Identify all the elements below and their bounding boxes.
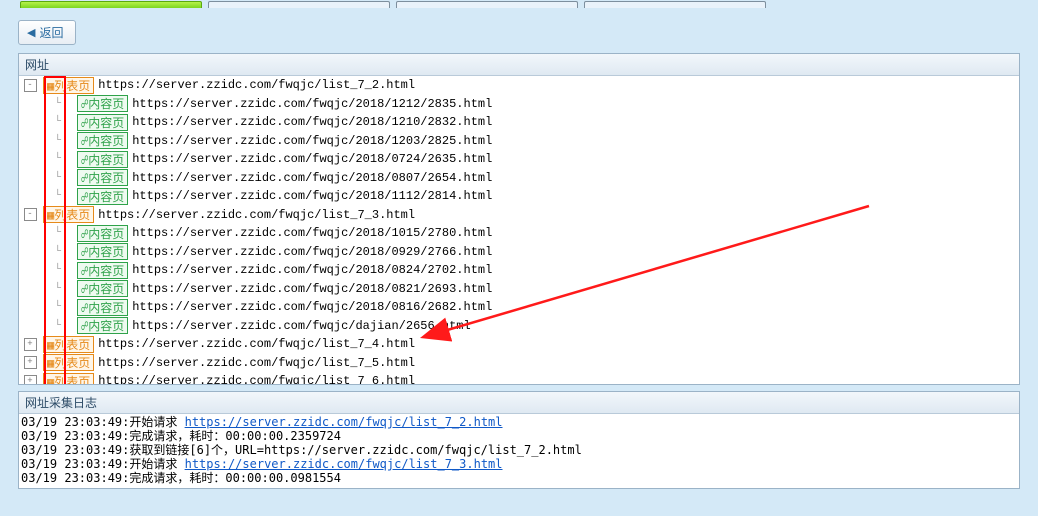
tab-active[interactable] xyxy=(20,1,202,8)
content-page-badge: ☍内容页 xyxy=(77,169,128,186)
back-button-label: 返回 xyxy=(39,24,63,41)
tree-row[interactable]: └ ☍内容页 https://server.zzidc.com/fwqjc/2018… xyxy=(19,298,1019,317)
content-page-badge: ☍内容页 xyxy=(77,188,128,205)
tree-branch-icon: └ xyxy=(19,246,63,258)
tree-url: https://server.zzidc.com/fwqjc/2018/1212… xyxy=(132,97,492,111)
content-page-badge: ☍内容页 xyxy=(77,151,128,168)
tree-url: https://server.zzidc.com/fwqjc/2018/0929… xyxy=(132,245,492,259)
tree-url: https://server.zzidc.com/fwqjc/2018/1210… xyxy=(132,115,492,129)
tree-row[interactable]: └ ☍内容页 https://server.zzidc.com/fwqjc/daji… xyxy=(19,317,1019,336)
tree-url: https://server.zzidc.com/fwqjc/2018/1112… xyxy=(132,189,492,203)
tab-2[interactable] xyxy=(208,1,390,8)
content-page-badge: ☍内容页 xyxy=(77,317,128,334)
list-page-badge: ▦列表页 xyxy=(43,354,94,371)
tree-branch-icon: └ xyxy=(19,264,63,276)
tree-row[interactable]: └ ☍内容页 https://server.zzidc.com/fwqjc/2018… xyxy=(19,261,1019,280)
tree-url: https://server.zzidc.com/fwqjc/list_7_4.… xyxy=(98,337,415,351)
tree-row[interactable]: + ▦列表页 https://server.zzidc.com/fwqjc/list… xyxy=(19,372,1019,384)
content-page-badge: ☍内容页 xyxy=(77,280,128,297)
tree-url: https://server.zzidc.com/fwqjc/dajian/26… xyxy=(132,319,470,333)
tree-url: https://server.zzidc.com/fwqjc/2018/0821… xyxy=(132,282,492,296)
expand-icon[interactable]: + xyxy=(24,338,37,351)
log-link[interactable]: https://server.zzidc.com/fwqjc/list_7_3.… xyxy=(185,457,503,471)
tree-row[interactable]: └ ☍内容页 https://server.zzidc.com/fwqjc/2018… xyxy=(19,113,1019,132)
tree-row[interactable]: └ ☍内容页 https://server.zzidc.com/fwqjc/2018… xyxy=(19,95,1019,114)
log-body[interactable]: 03/19 23:03:49:开始请求 https://server.zzidc… xyxy=(19,414,1019,488)
tree-row[interactable]: + ▦列表页 https://server.zzidc.com/fwqjc/list… xyxy=(19,335,1019,354)
list-page-badge: ▦列表页 xyxy=(43,77,94,94)
log-line: 03/19 23:03:49:完成请求，耗时：00:00:00.0981554 xyxy=(21,471,1017,485)
content-page-badge: ☍内容页 xyxy=(77,243,128,260)
tree-url: https://server.zzidc.com/fwqjc/2018/1015… xyxy=(132,226,492,240)
tree-row[interactable]: └ ☍内容页 https://server.zzidc.com/fwqjc/2018… xyxy=(19,187,1019,206)
content-page-badge: ☍内容页 xyxy=(77,299,128,316)
back-arrow-icon: ◀ xyxy=(27,26,35,39)
tree-url: https://server.zzidc.com/fwqjc/list_7_2.… xyxy=(98,78,415,92)
tree-url: https://server.zzidc.com/fwqjc/2018/0816… xyxy=(132,300,492,314)
back-button[interactable]: ◀ 返回 xyxy=(18,20,76,45)
content-page-badge: ☍内容页 xyxy=(77,262,128,279)
collapse-icon[interactable]: - xyxy=(24,79,37,92)
tree-url: https://server.zzidc.com/fwqjc/2018/0724… xyxy=(132,152,492,166)
content-page-badge: ☍内容页 xyxy=(77,95,128,112)
tree-url: https://server.zzidc.com/fwqjc/list_7_5.… xyxy=(98,356,415,370)
tree-branch-icon: └ xyxy=(19,172,63,184)
tree-branch-icon: └ xyxy=(19,98,63,110)
tree-row[interactable]: └ ☍内容页 https://server.zzidc.com/fwqjc/2018… xyxy=(19,150,1019,169)
log-line: 03/19 23:03:49:开始请求 https://server.zzidc… xyxy=(21,457,1017,471)
tree-row[interactable]: └ ☍内容页 https://server.zzidc.com/fwqjc/2018… xyxy=(19,280,1019,299)
list-page-badge: ▦列表页 xyxy=(43,336,94,353)
content-page-badge: ☍内容页 xyxy=(77,114,128,131)
log-link[interactable]: https://server.zzidc.com/fwqjc/list_7_2.… xyxy=(185,415,503,429)
tree-branch-icon: └ xyxy=(19,116,63,128)
url-tree[interactable]: -▦列表页https://server.zzidc.com/fwqjc/list… xyxy=(19,76,1019,384)
tree-row[interactable]: └ ☍内容页 https://server.zzidc.com/fwqjc/2018… xyxy=(19,224,1019,243)
tree-branch-icon: └ xyxy=(19,135,63,147)
tree-branch-icon: └ xyxy=(19,227,63,239)
tree-branch-icon: └ xyxy=(19,283,63,295)
tree-url: https://server.zzidc.com/fwqjc/list_7_6.… xyxy=(98,374,415,384)
content-page-badge: ☍内容页 xyxy=(77,132,128,149)
list-page-badge: ▦列表页 xyxy=(43,373,94,384)
tree-branch-icon: └ xyxy=(19,153,63,165)
tab-strip xyxy=(0,0,1038,12)
tree-row[interactable]: └ ☍内容页 https://server.zzidc.com/fwqjc/2018… xyxy=(19,169,1019,188)
tree-row[interactable]: + ▦列表页 https://server.zzidc.com/fwqjc/list… xyxy=(19,354,1019,373)
tab-4[interactable] xyxy=(584,1,766,8)
tree-url: https://server.zzidc.com/fwqjc/list_7_3.… xyxy=(98,208,415,222)
collapse-icon[interactable]: - xyxy=(24,208,37,221)
expand-icon[interactable]: + xyxy=(24,375,37,384)
list-page-badge: ▦列表页 xyxy=(43,206,94,223)
tree-row[interactable]: -▦列表页 https://server.zzidc.com/fwqjc/list… xyxy=(19,206,1019,225)
tree-url: https://server.zzidc.com/fwqjc/2018/1203… xyxy=(132,134,492,148)
log-line: 03/19 23:03:49:完成请求，耗时：00:00:00.2359724 xyxy=(21,429,1017,443)
tree-branch-icon: └ xyxy=(19,190,63,202)
log-header: 网址采集日志 xyxy=(19,392,1019,414)
tab-3[interactable] xyxy=(396,1,578,8)
log-line: 03/19 23:03:49:开始请求 https://server.zzidc… xyxy=(21,415,1017,429)
content-page-badge: ☍内容页 xyxy=(77,225,128,242)
tree-row[interactable]: └ ☍内容页 https://server.zzidc.com/fwqjc/2018… xyxy=(19,243,1019,262)
tree-row[interactable]: -▦列表页 https://server.zzidc.com/fwqjc/list… xyxy=(19,76,1019,95)
tree-branch-icon: └ xyxy=(19,301,63,313)
tree-row[interactable]: └ ☍内容页 https://server.zzidc.com/fwqjc/2018… xyxy=(19,132,1019,151)
tree-header: 网址 xyxy=(19,54,1019,76)
tree-url: https://server.zzidc.com/fwqjc/2018/0807… xyxy=(132,171,492,185)
expand-icon[interactable]: + xyxy=(24,356,37,369)
log-line: 03/19 23:03:49:获取到链接[6]个，URL=https://ser… xyxy=(21,443,1017,457)
tree-url: https://server.zzidc.com/fwqjc/2018/0824… xyxy=(132,263,492,277)
tree-branch-icon: └ xyxy=(19,320,63,332)
